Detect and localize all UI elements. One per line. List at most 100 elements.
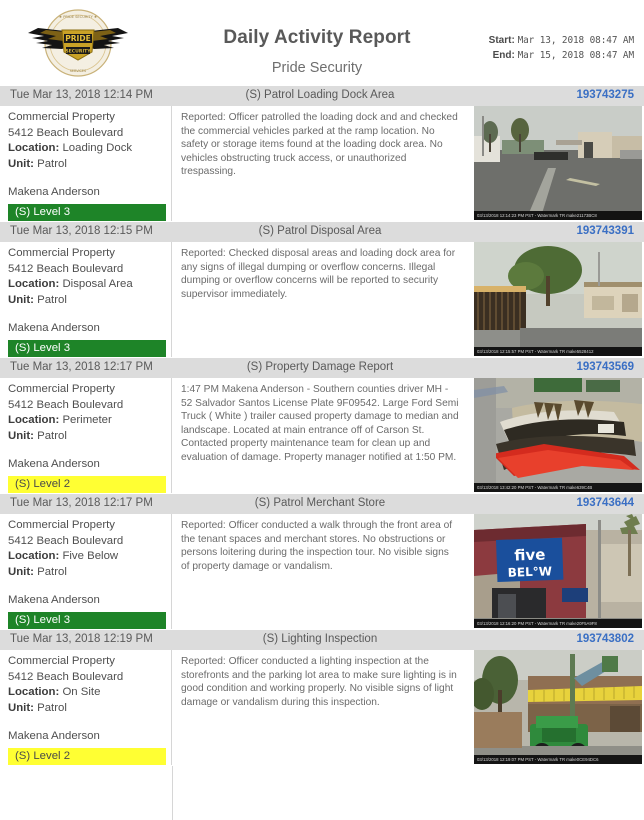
report-row: Tue Mar 13, 2018 12:14 PM (S) Patrol Loa… [0,86,644,222]
location-field: Location: Perimeter [8,413,165,429]
property-type: Commercial Property [8,655,115,667]
report-photo-column: 03/13/2018 13:42:20 PM PST - Watermark T… [472,378,644,493]
report-meta-column: Commercial Property 5412 Beach Boulevard… [0,242,172,357]
report-body: Commercial Property 5412 Beach Boulevard… [0,514,644,630]
report-meta-column: Commercial Property 5412 Beach Boulevard… [0,378,172,493]
svg-text:SECURITY: SECURITY [65,49,91,55]
location-value: Disposal Area [62,278,133,290]
svg-text:BEL°W: BEL°W [508,564,553,580]
location-value: On Site [62,686,101,698]
pride-security-logo: PRIDE SECURITY ★ PRIDE SECURITY ★ SERVIC… [22,6,134,80]
location-field: Location: Five Below [8,549,165,565]
report-id-link[interactable]: 193743644 [576,497,634,509]
end-row: End: Mar 15, 2018 08:47 AM [489,48,635,63]
narrative-text: Reported: Officer conducted a lighting i… [181,656,457,708]
report-list: Tue Mar 13, 2018 12:14 PM (S) Patrol Loa… [0,86,644,766]
report-row: Tue Mar 13, 2018 12:17 PM (S) Patrol Mer… [0,494,644,630]
unit-label: Unit: [8,565,34,578]
officer-name: Makena Anderson [8,594,100,606]
location-field: Location: On Site [8,685,165,701]
date-range: Start: Mar 13, 2018 08:47 AM End: Mar 15… [489,33,634,63]
end-value: Mar 15, 2018 08:47 AM [517,50,635,61]
property-type: Commercial Property [8,111,115,123]
location-value: Five Below [62,550,119,562]
report-timestamp: Tue Mar 13, 2018 12:19 PM [10,633,153,645]
report-id-link[interactable]: 193743569 [576,361,634,373]
report-photo-column: five BEL°W 03/13/2018 12:16:20 PM PST - … [472,514,644,629]
start-value: Mar 13, 2018 08:47 AM [517,35,635,46]
location-label: Location: [8,414,60,426]
report-title: (S) Patrol Disposal Area [258,225,382,237]
narrative-text: 1:47 PM Makena Anderson - Southern count… [181,384,459,463]
narrative-text: Reported: Officer patrolled the loading … [181,112,458,178]
status-badge: (S) Level 3 [8,340,166,357]
photo-five-below-store: five BEL°W [474,514,642,628]
report-header-bar: Tue Mar 13, 2018 12:17 PM (S) Patrol Mer… [0,494,644,514]
officer-name: Makena Anderson [8,730,100,742]
start-row: Start: Mar 13, 2018 08:47 AM [489,33,634,48]
report-title: (S) Lighting Inspection [262,633,378,645]
svg-text:★ PRIDE SECURITY ★: ★ PRIDE SECURITY ★ [59,15,97,19]
report-timestamp: Tue Mar 13, 2018 12:15 PM [10,225,153,237]
report-id-link[interactable]: 193743802 [576,633,634,645]
photo-lighting-inspection [474,650,642,764]
report-body: Commercial Property 5412 Beach Boulevard… [0,242,644,358]
unit-value: Patrol [37,429,67,442]
unit-value: Patrol [37,157,67,170]
svg-text:PRIDE: PRIDE [65,34,90,43]
unit-label: Unit: [8,429,34,442]
unit-field: Unit: Patrol [8,429,165,445]
logo-badge-icon: PRIDE SECURITY ★ PRIDE SECURITY ★ SERVIC… [28,9,128,77]
unit-label: Unit: [8,293,34,306]
report-photo-column: 03/13/2018 12:19:07 PM PST - Watermark T… [472,650,644,765]
report-body: Commercial Property 5412 Beach Boulevard… [0,378,644,494]
status-badge: (S) Level 2 [8,476,166,493]
report-meta-column: Commercial Property 5412 Beach Boulevard… [0,514,172,629]
page-title: Daily Activity Report [223,27,411,48]
report-photo[interactable]: 03/13/2018 12:14:23 PM PST - Watermark T… [474,106,642,220]
report-header-bar: Tue Mar 13, 2018 12:19 PM (S) Lighting I… [0,630,644,650]
report-photo[interactable]: 03/13/2018 12:15:57 PM PST - Watermark T… [474,242,642,356]
report-header-bar: Tue Mar 13, 2018 12:15 PM (S) Patrol Dis… [0,222,644,242]
property-address: 5412 Beach Boulevard [8,670,124,683]
report-photo[interactable]: 03/13/2018 12:19:07 PM PST - Watermark T… [474,650,642,764]
report-title: (S) Patrol Merchant Store [254,497,386,509]
status-badge: (S) Level 3 [8,204,166,221]
unit-field: Unit: Patrol [8,701,165,717]
location-label: Location: [8,142,60,154]
column-divider [172,766,173,820]
property-address: 5412 Beach Boulevard [8,534,124,547]
location-value: Perimeter [62,414,112,426]
status-badge: (S) Level 3 [8,612,166,629]
report-meta-column: Commercial Property 5412 Beach Boulevard… [0,106,172,221]
document-header: PRIDE SECURITY ★ PRIDE SECURITY ★ SERVIC… [0,0,644,86]
photo-watermark: 03/13/2018 12:16:20 PM PST - Watermark T… [474,619,642,628]
property-type: Commercial Property [8,383,115,395]
report-body: Commercial Property 5412 Beach Boulevard… [0,650,644,766]
officer-name: Makena Anderson [8,186,100,198]
title-block: Daily Activity Report Pride Security [172,26,462,79]
report-row: Tue Mar 13, 2018 12:19 PM (S) Lighting I… [0,630,644,766]
report-id-link[interactable]: 193743275 [576,89,634,101]
narrative-text: Reported: Checked disposal areas and loa… [181,248,456,300]
photo-damaged-median [474,378,642,492]
report-body: Commercial Property 5412 Beach Boulevard… [0,106,644,222]
location-field: Location: Disposal Area [8,277,165,293]
report-row: Tue Mar 13, 2018 12:15 PM (S) Patrol Dis… [0,222,644,358]
report-photo[interactable]: five BEL°W 03/13/2018 12:16:20 PM PST - … [474,514,642,628]
property-address: 5412 Beach Boulevard [8,398,124,411]
report-title: (S) Patrol Loading Dock Area [245,89,395,101]
report-id-link[interactable]: 193743391 [576,225,634,237]
start-label: Start: [488,35,515,46]
report-photo[interactable]: 03/13/2018 13:42:20 PM PST - Watermark T… [474,378,642,492]
report-header-bar: Tue Mar 13, 2018 12:14 PM (S) Patrol Loa… [0,86,644,106]
photo-parking-lot [474,106,642,220]
location-label: Location: [8,550,60,562]
svg-text:SERVICES: SERVICES [70,69,86,73]
svg-text:five: five [514,545,546,564]
unit-label: Unit: [8,701,34,714]
property-address: 5412 Beach Boulevard [8,126,124,139]
location-value: Loading Dock [62,142,133,154]
photo-watermark: 03/13/2018 12:19:07 PM PST - Watermark T… [474,755,642,764]
page-subtitle: Pride Security [271,60,363,76]
